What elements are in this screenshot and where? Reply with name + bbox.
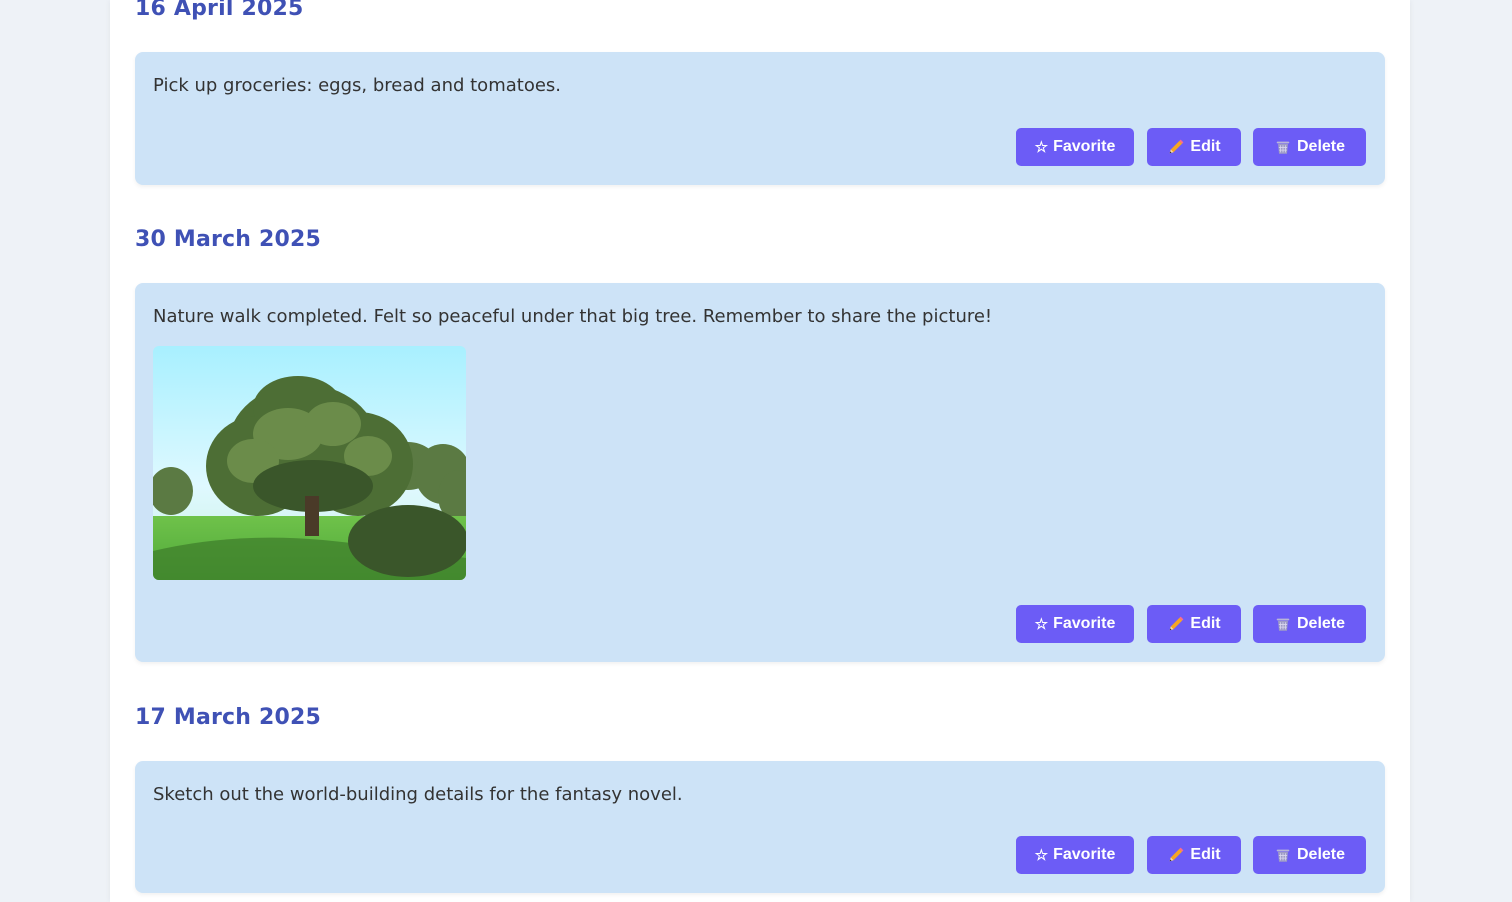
favorite-button[interactable]: ☆ Favorite (1016, 605, 1134, 643)
pencil-icon (1167, 138, 1185, 156)
trash-icon (1274, 138, 1292, 156)
entry-card: Pick up groceries: eggs, bread and tomat… (135, 52, 1385, 185)
trash-icon (1274, 846, 1292, 864)
delete-button[interactable]: Delete (1253, 605, 1366, 643)
favorite-label: Favorite (1053, 846, 1116, 863)
pencil-icon (1167, 846, 1185, 864)
trash-icon (1274, 615, 1292, 633)
favorite-label: Favorite (1053, 138, 1116, 155)
edit-button[interactable]: Edit (1147, 836, 1241, 874)
star-icon: ☆ (1034, 846, 1049, 864)
edit-label: Edit (1190, 615, 1221, 632)
pencil-icon (1167, 615, 1185, 633)
entry-date: 30 March 2025 (135, 227, 322, 252)
delete-button[interactable]: Delete (1253, 836, 1366, 874)
tree-photo[interactable] (153, 346, 466, 580)
favorite-button[interactable]: ☆ Favorite (1016, 128, 1134, 166)
delete-label: Delete (1296, 615, 1346, 632)
star-icon: ☆ (1034, 138, 1049, 156)
edit-label: Edit (1190, 138, 1221, 155)
edit-button[interactable]: Edit (1147, 605, 1241, 643)
edit-button[interactable]: Edit (1147, 128, 1241, 166)
delete-label: Delete (1296, 846, 1346, 863)
entry-card: Nature walk completed. Felt so peaceful … (135, 283, 1385, 662)
entry-card: Sketch out the world-building details fo… (135, 761, 1385, 893)
edit-label: Edit (1190, 846, 1221, 863)
favorite-label: Favorite (1053, 615, 1116, 632)
entry-date: 16 April 2025 (135, 0, 304, 21)
entry-text: Sketch out the world-building details fo… (153, 784, 683, 805)
entry-text: Nature walk completed. Felt so peaceful … (153, 306, 993, 327)
delete-label: Delete (1296, 138, 1346, 155)
entry-text: Pick up groceries: eggs, bread and tomat… (153, 75, 562, 96)
delete-button[interactable]: Delete (1253, 128, 1366, 166)
favorite-button[interactable]: ☆ Favorite (1016, 836, 1134, 874)
entry-date: 17 March 2025 (135, 705, 322, 730)
star-icon: ☆ (1034, 615, 1049, 633)
